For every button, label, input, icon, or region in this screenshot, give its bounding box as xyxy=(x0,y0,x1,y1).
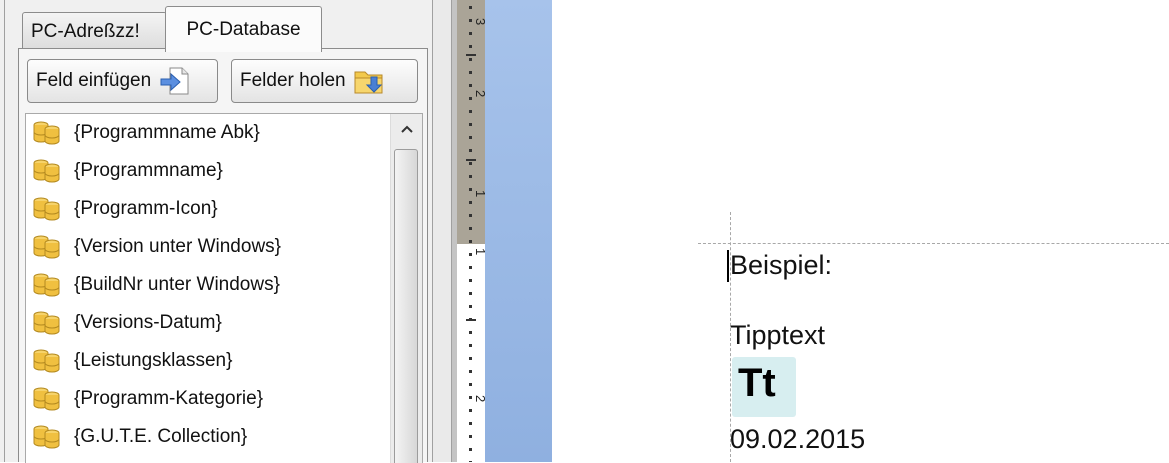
ruler-label: 1 xyxy=(473,248,485,255)
list-item[interactable]: {Programm-Kategorie} xyxy=(26,380,392,418)
list-item-label: {Versions-Datum} xyxy=(74,312,222,333)
fetch-fields-button[interactable]: Felder holen xyxy=(231,59,418,103)
ruler-label: 2 xyxy=(473,395,485,402)
document-date: 09.02.2015 xyxy=(730,424,866,454)
list-item-label: {Programmname} xyxy=(74,160,223,181)
tab-pc-adresszz[interactable]: PC-Adreßzz! xyxy=(22,12,167,50)
document-heading: Beispiel: xyxy=(730,250,833,280)
panel-border xyxy=(4,0,5,462)
insert-field-button[interactable]: Feld einfügen xyxy=(27,59,218,103)
scroll-up-button[interactable] xyxy=(391,114,422,144)
insert-field-label: Feld einfügen xyxy=(36,70,152,91)
tab-strip: PC-Adreßzz! PC-Database xyxy=(0,0,432,52)
document-page[interactable]: Beispiel: Tipptext Tt 09.02.2015 xyxy=(552,0,1169,462)
text-cursor xyxy=(727,250,729,282)
tab-content: Feld einfügen Felder holen {Programmname… xyxy=(18,48,428,463)
ruler-label: 1 xyxy=(473,190,485,197)
fetch-fields-label: Felder holen xyxy=(240,70,346,91)
list-item[interactable]: {Version unter Windows} xyxy=(26,228,392,266)
list-item-label: {Leistungsklassen} xyxy=(74,350,233,371)
database-field-icon xyxy=(33,235,60,259)
chevron-up-icon xyxy=(400,125,413,133)
tt-icon-text: Tt xyxy=(738,361,776,405)
list-item-label: {Version unter Windows} xyxy=(74,236,282,257)
ruler-label: 2 xyxy=(473,90,485,97)
database-field-icon xyxy=(33,273,60,297)
list-item-label: {Programm-Icon} xyxy=(74,198,218,219)
tip-text-label: Tipptext xyxy=(730,320,826,350)
database-field-icon xyxy=(33,425,60,449)
field-list[interactable]: {Programmname Abk} {Programmname} {Program… xyxy=(25,113,423,463)
fetch-folder-icon xyxy=(354,71,383,94)
list-scrollbar[interactable] xyxy=(390,114,422,463)
list-item[interactable]: {Programmname Abk} xyxy=(26,114,392,152)
list-item[interactable]: {BuildNr unter Windows} xyxy=(26,266,392,304)
database-field-icon xyxy=(33,121,60,145)
margin-guide-horizontal xyxy=(698,243,1169,244)
list-item[interactable]: {Programmname} xyxy=(26,152,392,190)
scroll-thumb[interactable] xyxy=(394,149,418,463)
ruler-ticks: 3 2 1 1 2 xyxy=(466,6,485,462)
text-tip-icon: Tt xyxy=(732,357,796,417)
list-item[interactable]: {G.U.T.E. Collection} xyxy=(26,418,392,456)
list-item-label: {Programmname Abk} xyxy=(74,122,260,143)
list-item-label: {G.U.T.E. Collection} xyxy=(74,426,248,447)
vertical-ruler: 3 2 1 1 2 xyxy=(457,0,485,462)
database-field-icon xyxy=(33,159,60,183)
database-field-icon xyxy=(33,311,60,335)
list-item[interactable]: {Programm-Icon} xyxy=(26,190,392,228)
list-item[interactable]: {Versions-Datum} xyxy=(26,304,392,342)
database-field-icon xyxy=(33,387,60,411)
list-item-label: {Programm-Kategorie} xyxy=(74,388,264,409)
tab-pc-database[interactable]: PC-Database xyxy=(165,6,322,52)
list-item[interactable]: {Leistungsklassen} xyxy=(26,342,392,380)
field-panel: PC-Adreßzz! PC-Database Feld einfügen Fe… xyxy=(0,0,432,463)
page-background xyxy=(485,0,552,462)
insert-document-icon xyxy=(160,67,189,95)
database-field-icon xyxy=(33,197,60,221)
ruler-label: 3 xyxy=(473,18,485,25)
database-field-icon xyxy=(33,349,60,373)
list-item-label: {BuildNr unter Windows} xyxy=(74,274,280,295)
panel-splitter[interactable] xyxy=(432,0,452,462)
